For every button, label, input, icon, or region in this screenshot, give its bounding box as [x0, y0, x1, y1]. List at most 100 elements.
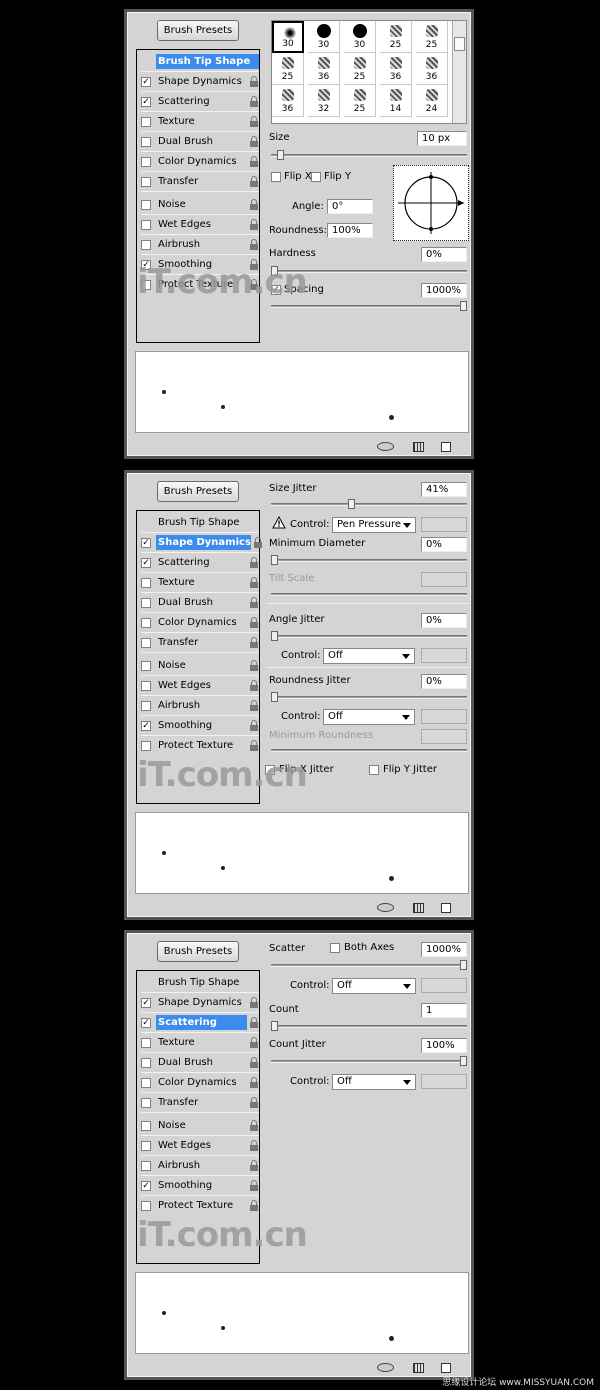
new-preset-icon[interactable] — [441, 903, 451, 913]
option-smoothing[interactable]: ✓ Smoothing — [141, 716, 259, 735]
lock-icon[interactable] — [249, 219, 259, 230]
brush-presets-button[interactable]: Brush Presets — [157, 20, 239, 41]
option-noise[interactable]: Noise — [141, 1116, 259, 1135]
count-slider[interactable] — [271, 1021, 467, 1031]
brush-tip[interactable]: 25 — [416, 21, 448, 53]
hardness-field[interactable]: 0% — [421, 247, 467, 262]
eye-brush-icon[interactable] — [377, 903, 394, 912]
option-checkbox[interactable] — [141, 1160, 151, 1171]
spacing-slider[interactable] — [271, 301, 467, 311]
size-field[interactable]: 10 px — [417, 131, 467, 146]
lock-icon[interactable] — [249, 136, 259, 147]
grid-icon[interactable] — [413, 903, 424, 913]
option-checkbox[interactable] — [141, 1057, 151, 1068]
angle-control-select[interactable]: Off — [323, 648, 415, 664]
option-checkbox[interactable] — [141, 1077, 151, 1088]
option-smoothing[interactable]: ✓ Smoothing — [141, 1176, 259, 1195]
brush-presets-button[interactable]: Brush Presets — [157, 481, 239, 502]
option-scattering[interactable]: ✓ Scattering — [141, 553, 259, 572]
roundness-control-select[interactable]: Off — [323, 709, 415, 725]
flip-x-checkbox[interactable] — [271, 172, 281, 182]
lock-icon[interactable] — [249, 1017, 259, 1028]
brush-tip[interactable]: 24 — [416, 85, 448, 117]
min-diameter-slider[interactable] — [271, 555, 467, 565]
angle-field[interactable]: 0° — [327, 199, 373, 214]
lock-icon[interactable] — [249, 176, 259, 187]
lock-icon[interactable] — [249, 700, 259, 711]
min-diameter-field[interactable]: 0% — [421, 537, 467, 552]
lock-icon[interactable] — [249, 617, 259, 628]
brush-tip[interactable]: 32 — [308, 85, 340, 117]
option-texture[interactable]: Texture — [141, 1033, 259, 1052]
option-shape-dynamics[interactable]: ✓ Shape Dynamics — [141, 72, 259, 91]
option-checkbox[interactable]: ✓ — [141, 720, 151, 731]
lock-icon[interactable] — [249, 637, 259, 648]
eye-brush-icon[interactable] — [377, 442, 394, 451]
option-noise[interactable]: Noise — [141, 656, 259, 675]
grid-icon[interactable] — [413, 442, 424, 452]
lock-icon[interactable] — [249, 1077, 259, 1088]
option-checkbox[interactable] — [141, 156, 151, 167]
option-checkbox[interactable] — [141, 617, 151, 628]
option-protect-texture[interactable]: Protect Texture — [141, 1196, 259, 1215]
roundness-jitter-slider[interactable] — [271, 692, 467, 702]
eye-brush-icon[interactable] — [377, 1363, 394, 1372]
option-airbrush[interactable]: Airbrush — [141, 235, 259, 254]
option-checkbox[interactable]: ✓ — [141, 76, 151, 87]
option-airbrush[interactable]: Airbrush — [141, 696, 259, 715]
option-checkbox[interactable] — [141, 740, 151, 751]
option-scattering[interactable]: ✓ Scattering — [141, 1013, 259, 1032]
option-checkbox[interactable] — [141, 136, 151, 147]
brush-presets-button[interactable]: Brush Presets — [157, 941, 239, 962]
size-jitter-field[interactable]: 41% — [421, 482, 467, 497]
option-noise[interactable]: Noise — [141, 195, 259, 214]
option-transfer[interactable]: Transfer — [141, 172, 259, 191]
lock-icon[interactable] — [249, 96, 259, 107]
option-checkbox[interactable] — [141, 1120, 151, 1131]
brush-tip[interactable]: 14 — [380, 85, 412, 117]
brush-tip-grid[interactable]: 30 30 30 25 25 25 36 25 36 36 36 32 25 14 24 — [271, 20, 467, 124]
count-jitter-slider[interactable] — [271, 1056, 467, 1066]
brush-tip[interactable]: 30 — [308, 21, 340, 53]
option-checkbox[interactable] — [141, 680, 151, 691]
lock-icon[interactable] — [249, 1180, 259, 1191]
brush-tip[interactable]: 30 — [272, 21, 304, 53]
lock-icon[interactable] — [249, 199, 259, 210]
option-checkbox[interactable] — [141, 239, 151, 250]
option-shape-dynamics[interactable]: ✓ Shape Dynamics — [141, 993, 259, 1012]
option-checkbox[interactable]: ✓ — [141, 1017, 151, 1028]
spacing-field[interactable]: 1000% — [421, 283, 467, 298]
option-checkbox[interactable]: ✓ — [141, 557, 151, 568]
option-checkbox[interactable] — [141, 1140, 151, 1151]
scatter-control-select[interactable]: Off — [332, 978, 416, 994]
option-scattering[interactable]: ✓ Scattering — [141, 92, 259, 111]
option-checkbox[interactable] — [141, 199, 151, 210]
angle-jitter-field[interactable]: 0% — [421, 613, 467, 628]
lock-icon[interactable] — [249, 997, 259, 1008]
option-color-dynamics[interactable]: Color Dynamics — [141, 1073, 259, 1092]
lock-icon[interactable] — [249, 597, 259, 608]
option-texture[interactable]: Texture — [141, 112, 259, 131]
option-transfer[interactable]: Transfer — [141, 1093, 259, 1112]
option-checkbox[interactable] — [141, 700, 151, 711]
option-protect-texture[interactable]: Protect Texture — [141, 736, 259, 755]
both-axes-checkbox[interactable] — [330, 943, 340, 953]
size-slider[interactable] — [271, 150, 467, 160]
brush-tip[interactable]: 25 — [344, 53, 376, 85]
lock-icon[interactable] — [249, 1140, 259, 1151]
option-checkbox[interactable]: ✓ — [141, 997, 151, 1008]
angle-jitter-slider[interactable] — [271, 631, 467, 641]
angle-roundness-preview[interactable] — [393, 165, 469, 241]
roundness-jitter-field[interactable]: 0% — [421, 674, 467, 689]
lock-icon[interactable] — [249, 1037, 259, 1048]
lock-icon[interactable] — [249, 720, 259, 731]
option-checkbox[interactable] — [141, 116, 151, 127]
option-brush-tip-shape[interactable]: Brush Tip Shape — [141, 973, 259, 992]
option-checkbox[interactable] — [141, 660, 151, 671]
flip-y-jitter-checkbox[interactable] — [369, 765, 379, 775]
count-control-select[interactable]: Off — [332, 1074, 416, 1090]
new-preset-icon[interactable] — [441, 1363, 451, 1373]
brush-tip[interactable]: 25 — [380, 21, 412, 53]
tips-scrollbar[interactable] — [452, 21, 466, 123]
brush-tip[interactable]: 36 — [380, 53, 412, 85]
